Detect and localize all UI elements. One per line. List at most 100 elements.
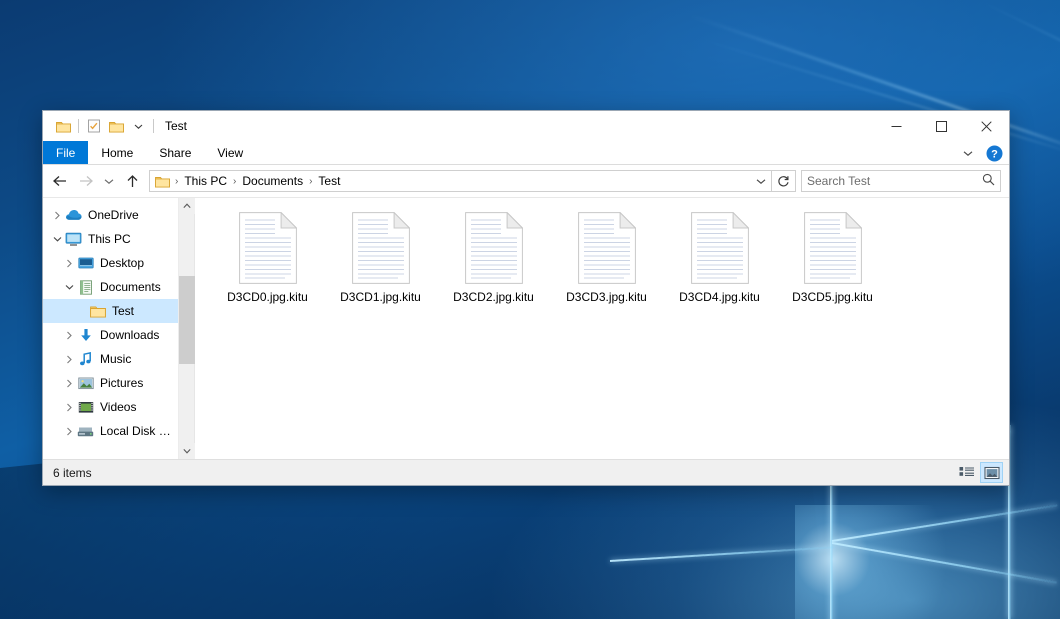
chevron-down-icon[interactable] bbox=[49, 227, 65, 251]
tree-spacer bbox=[73, 299, 89, 323]
sidebar-item-label: Documents bbox=[100, 280, 161, 294]
sidebar-item-downloads[interactable]: Downloads bbox=[43, 323, 178, 347]
back-button[interactable] bbox=[47, 168, 73, 194]
sidebar-item-this-pc[interactable]: This PC bbox=[43, 227, 178, 251]
desktop-wallpaper: Test File Home Share View bbox=[0, 0, 1060, 619]
file-item[interactable]: D3CD0.jpg.kitu bbox=[211, 210, 324, 328]
chevron-right-icon[interactable] bbox=[49, 203, 65, 227]
sidebar-item-label: Music bbox=[100, 352, 131, 366]
title-bar: Test bbox=[43, 111, 1009, 141]
sidebar-item-desktop[interactable]: Desktop bbox=[43, 251, 178, 275]
scroll-down-icon[interactable] bbox=[179, 443, 195, 459]
sidebar-item-label: This PC bbox=[88, 232, 131, 246]
breadcrumb-separator: › bbox=[172, 176, 181, 187]
toolbar-separator bbox=[78, 119, 79, 133]
wallpaper-logo-beam bbox=[832, 504, 1058, 542]
chevron-down-icon[interactable] bbox=[751, 171, 771, 191]
large-icons-view-button[interactable] bbox=[980, 462, 1003, 483]
chevron-right-icon[interactable] bbox=[61, 419, 77, 443]
up-button[interactable] bbox=[119, 168, 145, 194]
tab-share[interactable]: Share bbox=[146, 141, 204, 164]
sidebar-item-onedrive[interactable]: OneDrive bbox=[43, 203, 178, 227]
breadcrumb-this-pc[interactable]: This PC bbox=[181, 174, 230, 188]
address-bar[interactable]: › This PC › Documents › Test bbox=[149, 170, 772, 192]
scrollbar-thumb[interactable] bbox=[179, 276, 195, 364]
generic-document-icon bbox=[691, 212, 749, 284]
scrollbar-track[interactable] bbox=[179, 214, 195, 443]
sidebar-item-label: Local Disk (C:) bbox=[100, 424, 174, 438]
search-icon bbox=[982, 173, 995, 189]
wallpaper-logo-beam bbox=[832, 542, 1057, 584]
chevron-right-icon[interactable] bbox=[61, 251, 77, 275]
sidebar-item-test[interactable]: Test bbox=[43, 299, 178, 323]
breadcrumb-separator: › bbox=[306, 176, 315, 187]
sidebar-item-label: Pictures bbox=[100, 376, 143, 390]
cloud-icon bbox=[65, 207, 82, 223]
toolbar-separator bbox=[153, 119, 154, 133]
tab-file[interactable]: File bbox=[43, 141, 88, 164]
generic-document-icon bbox=[352, 212, 410, 284]
search-input[interactable] bbox=[807, 174, 982, 188]
close-button[interactable] bbox=[964, 111, 1009, 141]
wallpaper-logo-beam bbox=[610, 546, 835, 562]
file-list-view[interactable]: D3CD0.jpg.kitu D3CD1.jpg.kitu bbox=[195, 198, 1009, 459]
recent-locations-button[interactable] bbox=[99, 168, 119, 194]
chevron-down-icon[interactable] bbox=[958, 143, 978, 163]
folder-icon bbox=[89, 303, 106, 319]
tab-home[interactable]: Home bbox=[88, 141, 146, 164]
sidebar-item-music[interactable]: Music bbox=[43, 347, 178, 371]
breadcrumb-test[interactable]: Test bbox=[315, 174, 343, 188]
forward-button[interactable] bbox=[73, 168, 99, 194]
ribbon-right-controls: ? bbox=[958, 141, 1003, 165]
status-bar: 6 items bbox=[43, 459, 1009, 485]
sidebar-item-label: Videos bbox=[100, 400, 136, 414]
maximize-button[interactable] bbox=[919, 111, 964, 141]
chevron-down-icon[interactable] bbox=[61, 275, 77, 299]
window-title: Test bbox=[165, 119, 187, 133]
details-view-button[interactable] bbox=[955, 462, 978, 483]
properties-icon[interactable] bbox=[83, 115, 105, 137]
music-icon bbox=[77, 351, 94, 367]
videos-icon bbox=[77, 399, 94, 415]
download-icon bbox=[77, 327, 94, 343]
item-count-label: 6 items bbox=[53, 466, 92, 480]
refresh-button[interactable] bbox=[772, 170, 796, 192]
sidebar-item-videos[interactable]: Videos bbox=[43, 395, 178, 419]
chevron-right-icon[interactable] bbox=[61, 371, 77, 395]
explorer-body: OneDrive This PC bbox=[43, 197, 1009, 459]
breadcrumb-documents[interactable]: Documents bbox=[239, 174, 306, 188]
file-name-label: D3CD5.jpg.kitu bbox=[792, 290, 873, 305]
file-explorer-window: Test File Home Share View bbox=[42, 110, 1010, 486]
search-box[interactable] bbox=[801, 170, 1001, 192]
file-item[interactable]: D3CD5.jpg.kitu bbox=[776, 210, 889, 328]
file-item[interactable]: D3CD3.jpg.kitu bbox=[550, 210, 663, 328]
new-folder-icon[interactable] bbox=[105, 115, 127, 137]
file-item[interactable]: D3CD2.jpg.kitu bbox=[437, 210, 550, 328]
tab-view[interactable]: View bbox=[204, 141, 256, 164]
window-controls bbox=[874, 111, 1009, 141]
chevron-right-icon[interactable] bbox=[61, 347, 77, 371]
file-name-label: D3CD2.jpg.kitu bbox=[453, 290, 534, 305]
scroll-up-icon[interactable] bbox=[179, 198, 195, 214]
navigation-scrollbar[interactable] bbox=[178, 198, 194, 459]
chevron-right-icon[interactable] bbox=[61, 395, 77, 419]
generic-document-icon bbox=[465, 212, 523, 284]
sidebar-item-local-disk-c[interactable]: Local Disk (C:) bbox=[43, 419, 178, 443]
sidebar-item-pictures[interactable]: Pictures bbox=[43, 371, 178, 395]
breadcrumb-separator: › bbox=[230, 176, 239, 187]
drive-icon bbox=[77, 423, 94, 439]
documents-icon bbox=[77, 279, 94, 295]
help-icon[interactable]: ? bbox=[986, 145, 1003, 162]
chevron-down-icon[interactable] bbox=[127, 115, 149, 137]
file-item[interactable]: D3CD4.jpg.kitu bbox=[663, 210, 776, 328]
pictures-icon bbox=[77, 375, 94, 391]
generic-document-icon bbox=[804, 212, 862, 284]
sidebar-item-label: Test bbox=[112, 304, 134, 318]
file-name-label: D3CD3.jpg.kitu bbox=[566, 290, 647, 305]
folder-icon[interactable] bbox=[52, 115, 74, 137]
sidebar-item-documents[interactable]: Documents bbox=[43, 275, 178, 299]
file-item[interactable]: D3CD1.jpg.kitu bbox=[324, 210, 437, 328]
svg-text:?: ? bbox=[991, 148, 998, 160]
minimize-button[interactable] bbox=[874, 111, 919, 141]
chevron-right-icon[interactable] bbox=[61, 323, 77, 347]
